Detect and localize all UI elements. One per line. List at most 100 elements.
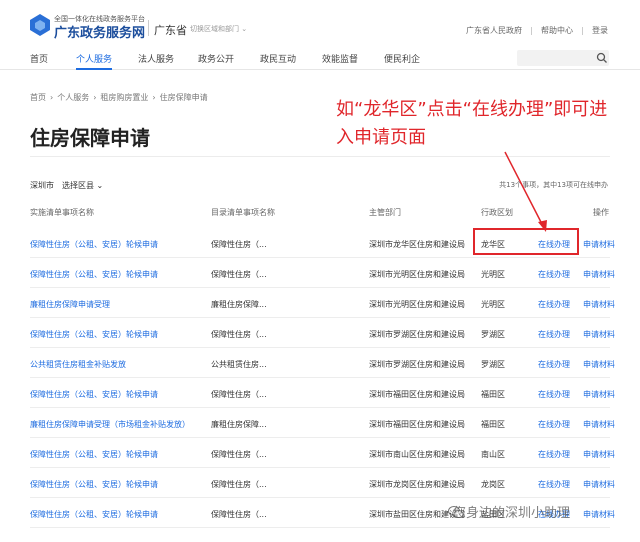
highlight-box	[473, 228, 579, 255]
page-title: 住房保障申请	[30, 126, 150, 150]
district: 福田区	[481, 390, 505, 399]
materials-link[interactable]: 申请材料	[583, 359, 615, 370]
breadcrumb-current: 住房保障申请	[159, 93, 208, 102]
catalog-name: 保障性住房（...	[211, 330, 267, 339]
nav-item-home[interactable]: 首页	[30, 52, 48, 65]
catalog-name: 保障性住房（...	[211, 450, 267, 459]
search-icon[interactable]	[596, 52, 608, 64]
materials-link[interactable]: 申请材料	[583, 509, 615, 520]
item-count: 共13个事项，其中13项可在线申办	[499, 181, 608, 189]
catalog-name: 保障性住房（...	[211, 480, 267, 489]
city-filter[interactable]: 深圳市	[30, 181, 54, 190]
table-row: 保障性住房（公租、安居）轮候申请 保障性住房（... 深圳市福田区住房和建设局 …	[30, 378, 615, 408]
online-apply-link[interactable]: 在线办理	[538, 479, 570, 490]
department: 深圳市罗湖区住房和建设局	[369, 360, 465, 369]
col-header-catalog: 目录清单事项名称	[211, 208, 275, 217]
col-header-dept: 主管部门	[369, 208, 401, 217]
table-row: 廉租住房保障申请受理 廉租住房保障... 深圳市光明区住房和建设局 光明区 在线…	[30, 288, 615, 318]
top-link-gov[interactable]: 广东省人民政府	[466, 25, 522, 36]
catalog-name: 廉租住房保障...	[211, 420, 267, 429]
item-name-link[interactable]: 廉租住房保障申请受理	[30, 299, 110, 310]
item-name-link[interactable]: 保障性住房（公租、安居）轮候申请	[30, 509, 158, 520]
breadcrumb: 首页 › 个人服务 › 租房购房置业 › 住房保障申请	[30, 93, 208, 102]
item-name-link[interactable]: 公共租赁住房租金补贴发放	[30, 359, 126, 370]
catalog-name: 保障性住房（...	[211, 270, 267, 279]
header-divider	[148, 20, 149, 36]
materials-link[interactable]: 申请材料	[583, 419, 615, 430]
online-apply-link[interactable]: 在线办理	[538, 389, 570, 400]
breadcrumb-home[interactable]: 首页	[30, 93, 46, 102]
materials-link[interactable]: 申请材料	[583, 239, 615, 250]
item-name-link[interactable]: 保障性住房（公租、安居）轮候申请	[30, 479, 158, 490]
online-apply-link[interactable]: 在线办理	[538, 419, 570, 430]
nav-item-personal[interactable]: 个人服务	[76, 52, 112, 65]
brand-name[interactable]: 广东政务服务网	[54, 22, 145, 41]
item-name-link[interactable]: 保障性住房（公租、安居）轮候申请	[30, 449, 158, 460]
filter-bar: 深圳市 选择区县 ⌄	[30, 180, 103, 191]
district: 罗湖区	[481, 360, 505, 369]
department: 深圳市南山区住房和建设局	[369, 450, 465, 459]
catalog-name: 廉租住房保障...	[211, 300, 267, 309]
online-apply-link[interactable]: 在线办理	[538, 299, 570, 310]
nav-item-convenience[interactable]: 便民利企	[384, 52, 420, 65]
district: 光明区	[481, 270, 505, 279]
district: 南山区	[481, 450, 505, 459]
department: 深圳市光明区住房和建设局	[369, 300, 465, 309]
item-name-link[interactable]: 保障性住房（公租、安居）轮候申请	[30, 329, 158, 340]
province-label: 广东省	[154, 24, 187, 37]
top-link-login[interactable]: 登录	[592, 25, 608, 36]
nav-item-public[interactable]: 政务公开	[198, 52, 234, 65]
region-select[interactable]: 选择区县 ⌄	[62, 181, 103, 190]
district: 福田区	[481, 420, 505, 429]
active-tab-underline	[76, 68, 112, 70]
nav-item-corporate[interactable]: 法人服务	[138, 52, 174, 65]
department: 深圳市罗湖区住房和建设局	[369, 330, 465, 339]
switch-region-link[interactable]: 切换区域和部门 ⌄	[190, 24, 247, 34]
watermark: 您身边的深圳小助理	[453, 506, 571, 521]
catalog-name: 公共租赁住房...	[211, 360, 267, 369]
nav-item-supervision[interactable]: 效能监督	[322, 52, 358, 65]
department: 深圳市光明区住房和建设局	[369, 270, 465, 279]
item-name-link[interactable]: 保障性住房（公租、安居）轮候申请	[30, 239, 158, 250]
title-divider	[30, 156, 610, 157]
materials-link[interactable]: 申请材料	[583, 449, 615, 460]
table-row: 保障性住房（公租、安居）轮候申请 保障性住房（... 深圳市罗湖区住房和建设局 …	[30, 318, 615, 348]
department: 深圳市龙华区住房和建设局	[369, 240, 465, 249]
department: 深圳市龙岗区住房和建设局	[369, 480, 465, 489]
catalog-name: 保障性住房（...	[211, 390, 267, 399]
materials-link[interactable]: 申请材料	[583, 329, 615, 340]
table-row: 保障性住房（公租、安居）轮候申请 保障性住房（... 深圳市南山区住房和建设局 …	[30, 438, 615, 468]
district: 罗湖区	[481, 330, 505, 339]
top-link-help[interactable]: 帮助中心	[541, 25, 573, 36]
catalog-name: 保障性住房（...	[211, 510, 267, 519]
item-name-link[interactable]: 保障性住房（公租、安居）轮候申请	[30, 389, 158, 400]
nav-item-interaction[interactable]: 政民互动	[260, 52, 296, 65]
top-links: 广东省人民政府 帮助中心 登录	[466, 25, 608, 36]
materials-link[interactable]: 申请材料	[583, 389, 615, 400]
table-row: 保障性住房（公租、安居）轮候申请 保障性住房（... 深圳市光明区住房和建设局 …	[30, 258, 615, 288]
divider	[582, 26, 583, 35]
divider	[531, 26, 532, 35]
catalog-name: 保障性住房（...	[211, 240, 267, 249]
department: 深圳市福田区住房和建设局	[369, 420, 465, 429]
district: 光明区	[481, 300, 505, 309]
table-row: 保障性住房（公租、安居）轮候申请 保障性住房（... 深圳市龙岗区住房和建设局 …	[30, 468, 615, 498]
online-apply-link[interactable]: 在线办理	[538, 449, 570, 460]
materials-link[interactable]: 申请材料	[583, 479, 615, 490]
online-apply-link[interactable]: 在线办理	[538, 269, 570, 280]
materials-link[interactable]: 申请材料	[583, 299, 615, 310]
item-name-link[interactable]: 廉租住房保障申请受理（市场租金补贴发放）	[30, 419, 190, 430]
breadcrumb-housing[interactable]: 租房购房置业	[100, 93, 148, 102]
item-name-link[interactable]: 保障性住房（公租、安居）轮候申请	[30, 269, 158, 280]
annotation-text: 如“龙华区”点击“在线办理”即可进入申请页面	[336, 99, 608, 148]
online-apply-link[interactable]: 在线办理	[538, 329, 570, 340]
online-apply-link[interactable]: 在线办理	[538, 359, 570, 370]
table-row: 公共租赁住房租金补贴发放 公共租赁住房... 深圳市罗湖区住房和建设局 罗湖区 …	[30, 348, 615, 378]
materials-link[interactable]: 申请材料	[583, 269, 615, 280]
table-row: 廉租住房保障申请受理（市场租金补贴发放） 廉租住房保障... 深圳市福田区住房和…	[30, 408, 615, 438]
breadcrumb-personal[interactable]: 个人服务	[57, 93, 89, 102]
district: 龙岗区	[481, 480, 505, 489]
col-header-district: 行政区划	[481, 208, 513, 217]
gov-logo-icon	[30, 14, 50, 36]
col-header-name: 实施清单事项名称	[30, 208, 94, 217]
